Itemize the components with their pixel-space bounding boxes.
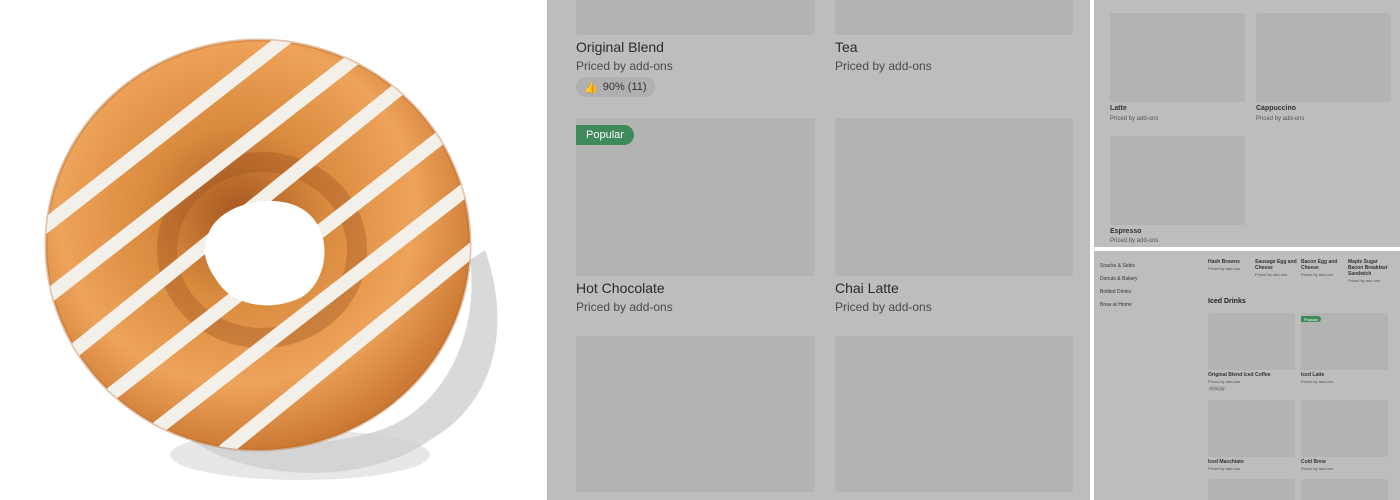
- menu-grid-zoomed: Original Blend Priced by add-ons Tea Pri…: [547, 0, 1090, 500]
- item-image-placeholder[interactable]: [576, 336, 815, 492]
- item-name[interactable]: Original Blend Iced Coffee: [1208, 372, 1271, 378]
- item-name[interactable]: Latte: [1110, 105, 1127, 112]
- item-image-placeholder[interactable]: [835, 0, 1073, 35]
- item-image-placeholder[interactable]: [1208, 400, 1295, 457]
- item-name[interactable]: Bacon Egg and Cheese: [1301, 259, 1343, 271]
- item-name[interactable]: Cold Brew: [1301, 459, 1326, 465]
- rating-badge: 👍 90% (11): [576, 77, 655, 97]
- item-price: Priced by add-ons: [1110, 238, 1159, 244]
- item-name[interactable]: Iced Latte: [1301, 372, 1324, 378]
- item-price: Priced by add-ons: [1208, 266, 1241, 271]
- item-name[interactable]: Original Blend: [576, 39, 664, 55]
- item-image-placeholder[interactable]: [1256, 13, 1391, 102]
- menu-grid-coffee: Latte Priced by add-ons Cappuccino Price…: [1094, 0, 1400, 247]
- item-image-placeholder[interactable]: [835, 118, 1073, 276]
- item-price: Priced by add-ons: [835, 300, 932, 314]
- sidebar-item[interactable]: Bottled Drinks: [1100, 289, 1131, 295]
- item-name[interactable]: Maple Sugar Bacon Breakfast Sandwich: [1348, 259, 1393, 277]
- item-name[interactable]: Chai Latte: [835, 280, 899, 296]
- item-price: Priced by add-ons: [1255, 272, 1288, 277]
- item-name[interactable]: Iced Macchiato: [1208, 459, 1244, 465]
- section-title: Iced Drinks: [1208, 298, 1246, 305]
- item-image-placeholder[interactable]: [1301, 400, 1388, 457]
- item-price: Priced by add-ons: [576, 300, 673, 314]
- item-image-placeholder[interactable]: [1208, 313, 1295, 370]
- item-image-placeholder[interactable]: [1110, 136, 1245, 225]
- item-image-placeholder[interactable]: [1110, 13, 1245, 102]
- item-price: Priced by add-ons: [1208, 466, 1241, 471]
- item-price: Priced by add-ons: [1301, 272, 1334, 277]
- item-name[interactable]: Tea: [835, 39, 858, 55]
- thumbs-up-icon: 👍: [584, 81, 598, 94]
- item-name[interactable]: Sausage Egg and Cheese: [1255, 259, 1297, 271]
- item-price: Priced by add-ons: [1348, 278, 1381, 283]
- item-image-placeholder[interactable]: [576, 0, 815, 35]
- item-image-placeholder[interactable]: [1208, 479, 1295, 500]
- glazed-donut-image: [44, 38, 498, 480]
- item-price: Priced by add-ons: [576, 59, 673, 73]
- item-price: Priced by add-ons: [835, 59, 932, 73]
- popular-badge: Popular: [576, 125, 634, 145]
- sidebar-item[interactable]: Snacks & Sides: [1100, 263, 1135, 269]
- sidebar-item[interactable]: Donuts & Bakery: [1100, 276, 1138, 282]
- rating-badge: 97% (3): [1208, 386, 1227, 391]
- item-price: Priced by add-ons: [1110, 116, 1159, 122]
- product-image-panel: [0, 0, 547, 500]
- item-name[interactable]: Hash Browns: [1208, 259, 1240, 265]
- popular-badge: Popular: [1301, 316, 1321, 322]
- rating-text: 90% (11): [602, 81, 647, 93]
- item-price: Priced by add-ons: [1208, 379, 1241, 384]
- item-name[interactable]: Espresso: [1110, 228, 1142, 235]
- item-name[interactable]: Cappuccino: [1256, 105, 1296, 112]
- item-image-placeholder[interactable]: [1301, 479, 1388, 500]
- sidebar-item[interactable]: Brew at Home: [1100, 302, 1132, 308]
- item-price: Priced by add-ons: [1301, 379, 1334, 384]
- item-price: Priced by add-ons: [1256, 116, 1305, 122]
- item-image-placeholder[interactable]: [835, 336, 1073, 492]
- menu-page-overview: Snacks & Sides Donuts & Bakery Bottled D…: [1094, 251, 1400, 500]
- item-price: Priced by add-ons: [1301, 466, 1334, 471]
- item-name[interactable]: Hot Chocolate: [576, 280, 665, 296]
